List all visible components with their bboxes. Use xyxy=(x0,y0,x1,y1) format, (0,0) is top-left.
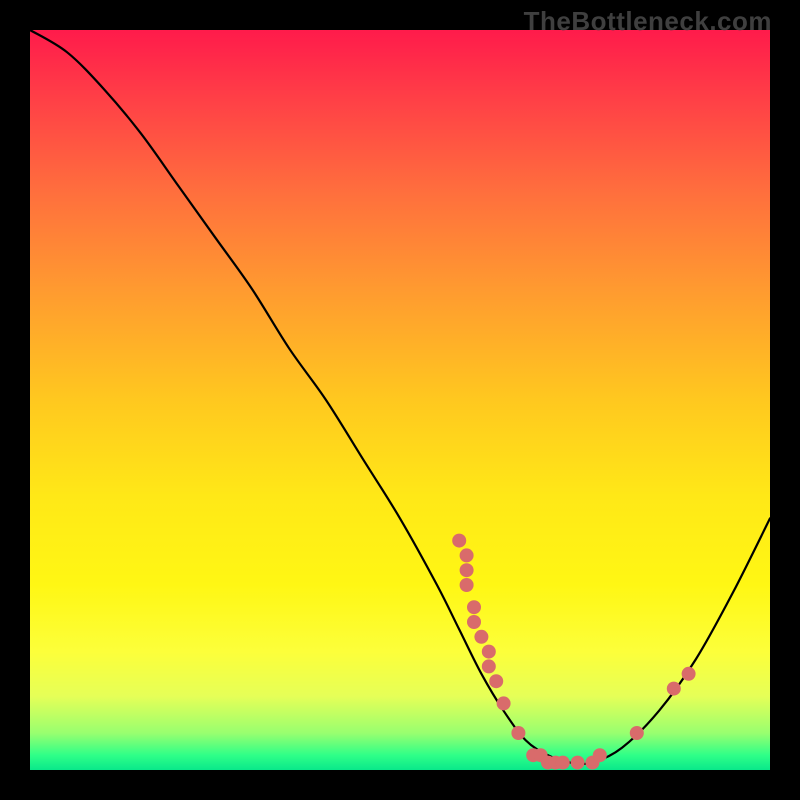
scatter-point xyxy=(593,748,607,762)
scatter-point xyxy=(452,534,466,548)
scatter-point xyxy=(460,548,474,562)
scatter-point xyxy=(489,674,503,688)
scatter-point xyxy=(630,726,644,740)
scatter-point xyxy=(474,630,488,644)
bottleneck-curve xyxy=(30,30,770,764)
scatter-point xyxy=(511,726,525,740)
scatter-point xyxy=(482,645,496,659)
scatter-point xyxy=(556,756,570,770)
scatter-point xyxy=(482,659,496,673)
plot-area xyxy=(30,30,770,770)
scatter-point xyxy=(571,756,585,770)
scatter-point xyxy=(667,682,681,696)
scatter-point xyxy=(460,578,474,592)
scatter-point xyxy=(682,667,696,681)
scatter-layer xyxy=(452,534,695,770)
scatter-point xyxy=(497,696,511,710)
scatter-point xyxy=(467,600,481,614)
curve-layer xyxy=(30,30,770,764)
scatter-point xyxy=(460,563,474,577)
chart-container: TheBottleneck.com xyxy=(0,0,800,800)
scatter-point xyxy=(467,615,481,629)
chart-svg xyxy=(30,30,770,770)
